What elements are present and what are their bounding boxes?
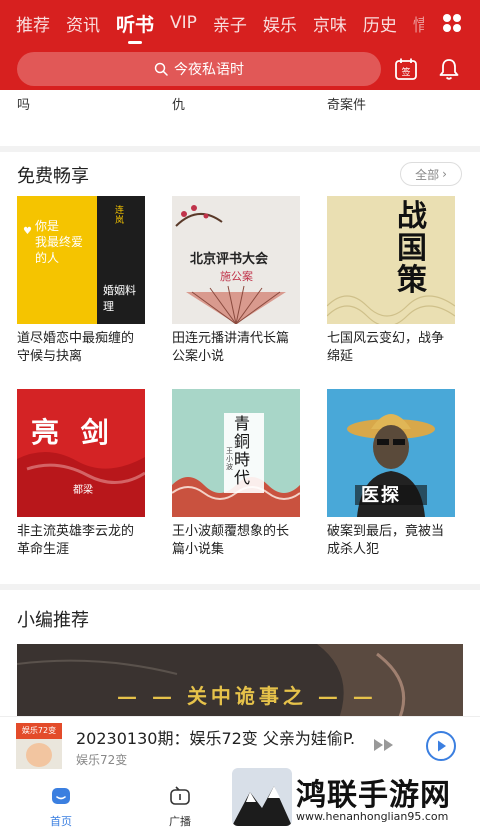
book-description: 七国风云变幻，战争绵延 bbox=[327, 331, 445, 364]
category-tabs: 推荐 资讯 听书 VIP 亲子 娱乐 京味 历史 情 bbox=[0, 0, 480, 46]
view-all-button[interactable]: 全部 › bbox=[400, 162, 462, 186]
book-card[interactable]: 战 国 策 七国风云变幻，战争绵延 bbox=[327, 196, 455, 366]
book-card[interactable]: 亮 剑 都梁 非主流英雄李云龙的革命生涯 bbox=[17, 389, 145, 559]
book-description: 王小波颠覆想象的长篇小说集 bbox=[172, 524, 290, 557]
tab-vip[interactable]: VIP bbox=[170, 13, 197, 33]
book-description: 道尽婚恋中最痴缠的守候与抉离 bbox=[17, 331, 135, 364]
now-playing-title: 20230130期：娱乐72变 父亲为娃偷P... bbox=[76, 729, 356, 748]
all-categories-button[interactable] bbox=[424, 0, 480, 46]
book-description: 非主流英雄李云龙的革命生涯 bbox=[17, 524, 135, 557]
list-item[interactable]: 奇案件 bbox=[327, 94, 366, 113]
book-cover: 亮 剑 都梁 bbox=[17, 389, 145, 517]
book-cover: 战 国 策 bbox=[327, 196, 455, 324]
book-card[interactable]: 青 銅 時 代 王小波 王小波颠覆想象的长篇小说集 bbox=[172, 389, 300, 559]
tab-parenting[interactable]: 亲子 bbox=[213, 11, 247, 36]
grid-icon bbox=[443, 14, 461, 32]
book-card[interactable]: 你是 我最终爱 的人 连岚 婚姻料理 ♥ 道尽婚恋中最痴缠的守候与抉离 bbox=[17, 196, 145, 366]
list-item[interactable]: 仇 bbox=[172, 94, 185, 113]
free-listening-section: 免费畅享 全部 › 你是 我最终爱 的人 连岚 婚姻料理 ♥ 道尽婚恋中最痴缠的… bbox=[0, 152, 480, 584]
banner-title: — — 关中诡事之 — — bbox=[117, 684, 377, 708]
now-playing-cover: 娱乐72变 bbox=[16, 723, 62, 769]
watermark-logo bbox=[232, 768, 292, 826]
radio-icon bbox=[170, 786, 190, 805]
tab-news[interactable]: 资讯 bbox=[66, 11, 100, 36]
chevron-right-icon: › bbox=[442, 167, 447, 181]
watermark-url: www.henanhonglian95.com bbox=[296, 810, 449, 823]
book-cover: 青 銅 時 代 王小波 bbox=[172, 389, 300, 517]
mini-player[interactable]: 娱乐72变 20230130期：娱乐72变 父亲为娃偷P... 娱乐72变 bbox=[0, 716, 480, 776]
tab-history[interactable]: 历史 bbox=[363, 11, 397, 36]
now-playing-album: 娱乐72变 bbox=[76, 753, 128, 767]
book-cover: 医探 bbox=[327, 389, 455, 517]
list-item[interactable]: 吗 bbox=[17, 94, 30, 113]
bell-icon[interactable] bbox=[436, 56, 462, 82]
nav-radio[interactable]: 广播 bbox=[150, 786, 210, 828]
featured-banner[interactable]: — — 关中诡事之 — — bbox=[17, 644, 463, 724]
app-header: 推荐 资讯 听书 VIP 亲子 娱乐 京味 历史 情 今夜私语时 签 bbox=[0, 0, 480, 90]
play-icon bbox=[438, 740, 446, 752]
previous-list-strip: 吗 仇 奇案件 bbox=[0, 90, 480, 146]
tab-beijing[interactable]: 京味 bbox=[313, 11, 347, 36]
tab-recommend[interactable]: 推荐 bbox=[16, 11, 50, 36]
book-card[interactable]: 北京评书大会 施公案 田连元播讲清代长篇公案小说 bbox=[172, 196, 300, 366]
nav-home[interactable]: 首页 bbox=[31, 786, 91, 828]
book-card[interactable]: 医探 破案到最后，竟被当成杀人犯 bbox=[327, 389, 455, 559]
book-description: 田连元播讲清代长篇公案小说 bbox=[172, 331, 290, 364]
tab-audiobooks[interactable]: 听书 bbox=[116, 10, 154, 37]
search-placeholder: 今夜私语时 bbox=[174, 62, 244, 78]
book-description: 破案到最后，竟被当成杀人犯 bbox=[327, 524, 445, 557]
book-cover: 你是 我最终爱 的人 连岚 婚姻料理 ♥ bbox=[17, 196, 145, 324]
fast-forward-icon[interactable] bbox=[372, 735, 396, 755]
play-button[interactable] bbox=[426, 731, 456, 761]
site-watermark: 鸿联手游网 www.henanhonglian95.com bbox=[232, 768, 480, 828]
calendar-label: 签 bbox=[401, 66, 410, 78]
search-bar[interactable]: 今夜私语时 bbox=[17, 52, 381, 86]
checkin-calendar-icon[interactable]: 签 bbox=[393, 56, 419, 82]
search-icon bbox=[154, 62, 168, 76]
tab-entertainment[interactable]: 娱乐 bbox=[263, 11, 297, 36]
book-cover: 北京评书大会 施公案 bbox=[172, 196, 300, 324]
watermark-text: 鸿联手游网 bbox=[296, 778, 451, 813]
section-title: 免费畅享 bbox=[17, 166, 89, 187]
section-title: 小编推荐 bbox=[17, 610, 89, 631]
view-all-label: 全部 bbox=[415, 167, 440, 182]
home-icon bbox=[52, 788, 70, 804]
